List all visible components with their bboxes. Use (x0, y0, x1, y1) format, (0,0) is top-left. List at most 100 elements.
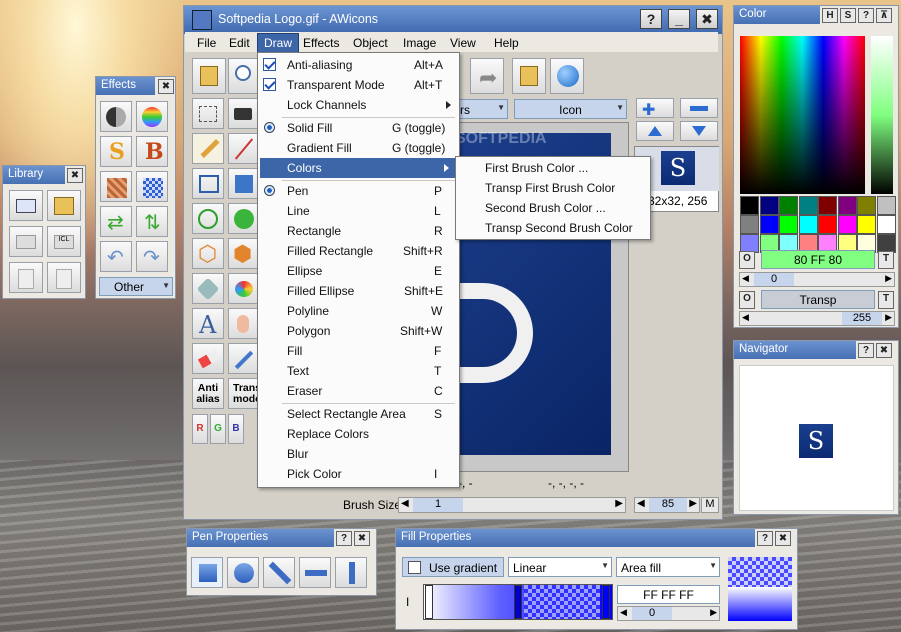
library-new-button[interactable] (9, 190, 43, 221)
web-button[interactable] (550, 58, 584, 94)
effect-shadow-s[interactable]: S (100, 136, 132, 167)
library-open-lib-button[interactable] (47, 190, 81, 221)
fill-close-button[interactable]: ✖ (775, 531, 791, 546)
color-pin-button[interactable]: ⊼ (876, 8, 892, 23)
fill-tool[interactable] (192, 273, 224, 304)
menu-transp-second-brush-color[interactable]: Transp Second Brush Color (456, 218, 650, 238)
color-s-button[interactable]: S (840, 8, 856, 23)
fill-alpha-left-icon[interactable]: ◀ (620, 607, 627, 618)
menu-help[interactable]: Help (488, 34, 525, 52)
second-color-o-button[interactable]: O (739, 291, 755, 309)
menu-transp-first-brush-color[interactable]: Transp First Brush Color (456, 178, 650, 198)
channel-b-button[interactable]: B (228, 414, 244, 444)
effects-close-button[interactable]: ✖ (158, 79, 174, 94)
camera-tool[interactable] (228, 98, 258, 129)
fill-color-field[interactable]: FF FF FF (617, 585, 720, 604)
menu-view[interactable]: View (444, 34, 482, 52)
brush-size-slider[interactable]: ◀ 1 ▶ (398, 497, 626, 513)
ellipse-tool[interactable] (192, 203, 224, 234)
color-swatch[interactable] (798, 196, 818, 215)
blur-tool[interactable] (228, 308, 258, 339)
menu-gradient-fill[interactable]: Gradient Fill G (toggle) (258, 138, 459, 158)
slider-right-arrow-icon[interactable]: ▶ (615, 498, 623, 509)
color-swatch[interactable] (759, 196, 779, 215)
effect-rotate-right[interactable]: ↷ (136, 241, 168, 272)
brightness-bar[interactable] (871, 36, 893, 194)
pen-shape-diagonal[interactable] (263, 557, 295, 588)
anti-alias-toggle[interactable]: Anti alias (192, 378, 224, 409)
minimize-button[interactable]: _ (668, 9, 690, 29)
second-color-t-button[interactable]: T (878, 291, 894, 309)
first-alpha-right-icon[interactable]: ▶ (885, 273, 892, 284)
gradient-bar[interactable] (423, 584, 613, 620)
pen-shape-square[interactable] (191, 557, 223, 588)
menu-blur[interactable]: Blur (258, 444, 459, 464)
color-spectrum[interactable] (740, 36, 865, 194)
color-swatch[interactable] (740, 215, 759, 234)
library-add-button[interactable] (9, 262, 43, 293)
library-close-button[interactable]: ✖ (67, 168, 83, 183)
menu-pen[interactable]: Pen P (258, 181, 459, 201)
navigator-close-button[interactable]: ✖ (876, 343, 892, 358)
menu-transparent-mode[interactable]: Transparent Mode Alt+T (258, 75, 459, 95)
menu-filled-rectangle[interactable]: Filled Rectangle Shift+R (258, 241, 459, 261)
move-up-button[interactable] (636, 121, 674, 141)
second-color-field[interactable]: Transp (761, 290, 875, 309)
first-alpha-left-icon[interactable]: ◀ (742, 273, 749, 284)
pen-shape-horizontal[interactable] (299, 557, 331, 588)
zoom-button[interactable] (228, 58, 258, 94)
menu-solid-fill[interactable]: Solid Fill G (toggle) (258, 118, 459, 138)
library-open-button[interactable] (512, 58, 546, 94)
color-swatch[interactable] (798, 215, 818, 234)
menu-lock-channels[interactable]: Lock Channels (258, 95, 459, 115)
eraser-tool[interactable] (192, 343, 224, 374)
first-alpha-slider[interactable]: ◀ 0 ▶ (739, 272, 895, 287)
first-color-o-button[interactable]: O (739, 251, 755, 269)
fill-alpha-slider[interactable]: ◀ 0 ▶ (617, 606, 720, 621)
menu-pick-color[interactable]: Pick Color I (258, 464, 459, 484)
remove-image-button[interactable] (680, 98, 718, 118)
replace-color-tool[interactable] (228, 273, 258, 304)
color-h-button[interactable]: H (822, 8, 838, 23)
move-down-button[interactable] (680, 121, 718, 141)
color-swatch[interactable] (857, 215, 876, 234)
menu-anti-aliasing[interactable]: Anti-aliasing Alt+A (258, 55, 459, 75)
color-swatch[interactable] (837, 215, 857, 234)
zoom-right-arrow-icon[interactable]: ▶ (689, 498, 697, 509)
menu-file[interactable]: File (191, 34, 222, 52)
pen-shape-vertical[interactable] (335, 557, 367, 588)
effect-swap-horizontal[interactable]: ⇄ (100, 206, 132, 237)
use-gradient-checkbox[interactable]: Use gradient (402, 557, 504, 577)
polygon-tool[interactable]: ⬡ (192, 238, 224, 269)
menu-object[interactable]: Object (347, 34, 394, 52)
menu-replace-colors[interactable]: Replace Colors (258, 424, 459, 444)
menu-first-brush-color[interactable]: First Brush Color ... (456, 158, 650, 178)
menu-rectangle[interactable]: Rectangle R (258, 221, 459, 241)
slider-left-arrow-icon[interactable]: ◀ (401, 498, 409, 509)
effect-bold-b[interactable]: B (136, 136, 168, 167)
pen-tool[interactable] (192, 133, 224, 164)
menu-select-rectangle-area[interactable]: Select Rectangle Area S (258, 404, 459, 424)
filled-polygon-tool[interactable]: ⬢ (228, 238, 258, 269)
menu-polyline[interactable]: Polyline W (258, 301, 459, 321)
menu-colors[interactable]: Colors (260, 158, 457, 178)
pen-shape-round[interactable] (227, 557, 259, 588)
zoom-slider[interactable]: ◀ 85 ▶ (634, 497, 700, 513)
color-swatch[interactable] (779, 215, 798, 234)
library-remove-button[interactable] (47, 262, 81, 293)
pen-help-button[interactable]: ? (336, 531, 352, 546)
color-swatch[interactable] (740, 196, 759, 215)
menu-effects[interactable]: Effects (297, 34, 345, 52)
navigator-help-button[interactable]: ? (858, 343, 874, 358)
help-button[interactable]: ? (640, 9, 662, 29)
redo-button[interactable]: ➦ (470, 58, 504, 94)
menu-filled-ellipse[interactable]: Filled Ellipse Shift+E (258, 281, 459, 301)
filled-ellipse-tool[interactable] (228, 203, 258, 234)
pen-close-button[interactable]: ✖ (354, 531, 370, 546)
menu-eraser[interactable]: Eraser C (258, 381, 459, 401)
second-alpha-right-icon[interactable]: ▶ (885, 312, 892, 323)
fill-alpha-right-icon[interactable]: ▶ (710, 607, 717, 618)
color-swatch[interactable] (818, 215, 837, 234)
menu-edit[interactable]: Edit (223, 34, 256, 52)
select-tool[interactable] (192, 98, 224, 129)
